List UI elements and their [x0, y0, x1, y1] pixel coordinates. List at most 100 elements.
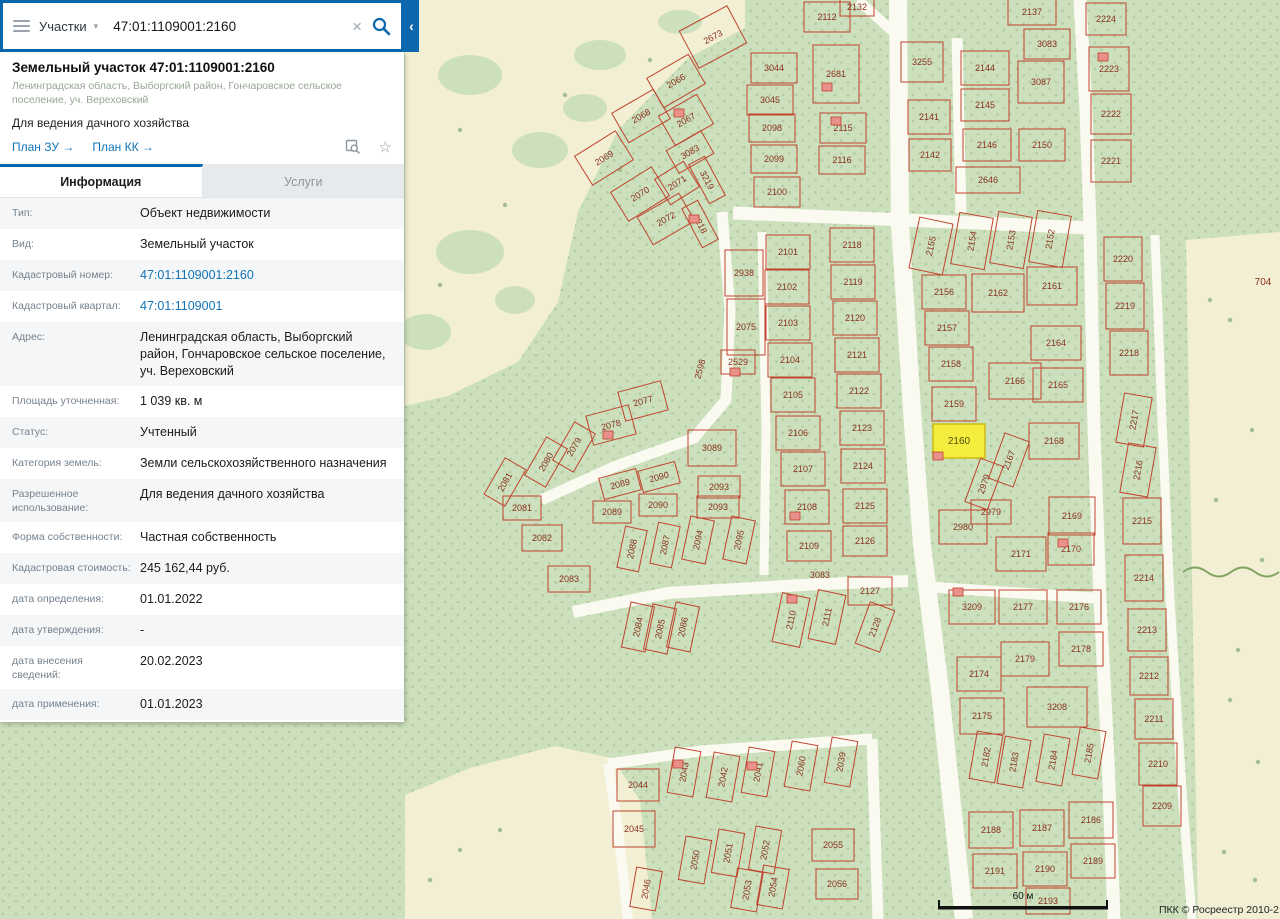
favorite-star-icon[interactable]: ☆ [379, 140, 392, 155]
building [747, 762, 757, 770]
info-row-value: Земли сельскохозяйственного назначения [140, 455, 392, 472]
parcel-number: 2090 [648, 500, 668, 510]
tree-icon [1253, 878, 1257, 882]
parcel-number: 3208 [1047, 702, 1067, 712]
parcel-number: 3087 [1031, 77, 1051, 87]
search-input[interactable] [111, 18, 343, 35]
info-panel: Земельный участок 47:01:1109001:2160 Лен… [0, 52, 404, 722]
parcel-number: 2055 [823, 840, 843, 850]
scale-label: 60 м [1013, 891, 1034, 902]
info-row-label: дата определения: [12, 591, 140, 608]
parcel-number: 3209 [962, 602, 982, 612]
info-row-label: Кадастровая стоимость: [12, 560, 140, 577]
menu-icon[interactable] [13, 17, 30, 35]
tree-icon [1228, 698, 1232, 702]
parcel-number: 2112 [817, 12, 836, 22]
parcel-number: 2159 [944, 399, 964, 409]
search-category-dropdown[interactable]: Участки ▾ [39, 19, 102, 34]
parcel-address-subtitle: Ленинградская область, Выборгский район,… [12, 79, 384, 107]
info-row-label: Кадастровый номер: [12, 267, 140, 284]
parcel-number: 3045 [760, 95, 780, 105]
plan-kk-link[interactable]: План КК → [92, 140, 154, 154]
clear-search-icon[interactable]: × [352, 18, 362, 35]
road [957, 38, 961, 213]
parcel-number: 3083 [1037, 39, 1057, 49]
parcel-number: 2141 [919, 112, 939, 122]
parcel-number: 2100 [767, 187, 787, 197]
info-row-value-link[interactable]: 47:01:1109001:2160 [140, 267, 392, 284]
parcel-number: 2118 [842, 240, 861, 250]
building [1058, 539, 1068, 547]
info-row-value: 1 039 кв. м [140, 393, 392, 410]
parcel-number: 2144 [975, 63, 995, 73]
parcel-number: 2174 [969, 669, 989, 679]
parcel[interactable]: 3083 [810, 570, 830, 580]
tree-icon [648, 58, 652, 62]
info-row-label: дата внесения сведений: [12, 653, 140, 682]
parcel-number: 2157 [937, 323, 957, 333]
search-icon [371, 16, 391, 36]
parcel-number: 2938 [734, 268, 754, 278]
parcel-number: 2224 [1096, 14, 1116, 24]
parcel-number: 2188 [981, 825, 1001, 835]
info-row-label: дата утверждения: [12, 622, 140, 639]
parcel-number: 2178 [1071, 644, 1091, 654]
parcel-number: 2150 [1032, 140, 1052, 150]
parcel-number: 2211 [1144, 714, 1163, 724]
scale-bar [938, 906, 1108, 910]
plan-zu-link[interactable]: План ЗУ → [12, 140, 74, 154]
info-row-label: Статус: [12, 424, 140, 441]
tab-information[interactable]: Информация [0, 164, 203, 197]
parcel-number: 3255 [912, 57, 932, 67]
grove [436, 230, 504, 274]
building [790, 512, 800, 520]
info-row-value: Частная собственность [140, 529, 392, 546]
collapse-panel-button[interactable]: ‹ [404, 0, 419, 52]
preview-icon[interactable] [345, 139, 361, 155]
parcel-number: 2179 [1015, 654, 1035, 664]
parcel-number: 2210 [1148, 759, 1168, 769]
parcel-number: 2142 [920, 150, 940, 160]
parcel-number: 3044 [764, 63, 784, 73]
info-row: дата применения:01.01.2023 [0, 689, 404, 720]
info-row-value: Объект недвижимости [140, 205, 392, 222]
info-row: Кадастровый квартал:47:01:1109001 [0, 291, 404, 322]
parcel-number: 2190 [1035, 864, 1055, 874]
parcel-number: 2123 [852, 423, 872, 433]
parcel-number: 2075 [736, 322, 756, 332]
info-row: Разрешенное использование:Для ведения да… [0, 479, 404, 522]
parcel-number: 2098 [762, 123, 782, 133]
road [872, 739, 878, 919]
grove [563, 94, 607, 122]
info-row-value: 01.01.2022 [140, 591, 392, 608]
parcel-summary: Земельный участок 47:01:1109001:2160 Лен… [0, 52, 404, 164]
parcel-number: 2126 [855, 536, 875, 546]
grove [438, 55, 502, 95]
tab-services[interactable]: Услуги [203, 164, 405, 197]
info-row: Категория земель:Земли сельскохозяйствен… [0, 448, 404, 479]
tree-icon [1256, 760, 1260, 764]
info-row: Кадастровый номер:47:01:1109001:2160 [0, 260, 404, 291]
chevron-down-icon: ▾ [94, 22, 99, 31]
grove [512, 132, 568, 168]
tree-icon [503, 203, 507, 207]
tree-icon [1260, 558, 1264, 562]
search-button[interactable] [371, 16, 391, 36]
info-row-label: Тип: [12, 205, 140, 222]
parcel-number: 3083 [810, 570, 830, 580]
parcel-number: 2145 [975, 100, 995, 110]
info-row-value: Учтенный [140, 424, 392, 441]
info-row-label: Форма собственности: [12, 529, 140, 546]
parcel-number: 2106 [788, 428, 808, 438]
info-row-label: Вид: [12, 236, 140, 253]
info-row-value-link[interactable]: 47:01:1109001 [140, 298, 392, 315]
building [673, 760, 683, 768]
parcel-number: 2220 [1113, 254, 1133, 264]
parcel-number: 2215 [1132, 516, 1152, 526]
parcel[interactable]: 704 [1255, 277, 1272, 288]
info-row: Вид:Земельный участок [0, 229, 404, 260]
building [787, 595, 797, 603]
grove [574, 40, 626, 70]
parcel-number: 2102 [777, 282, 797, 292]
grove [495, 286, 535, 314]
